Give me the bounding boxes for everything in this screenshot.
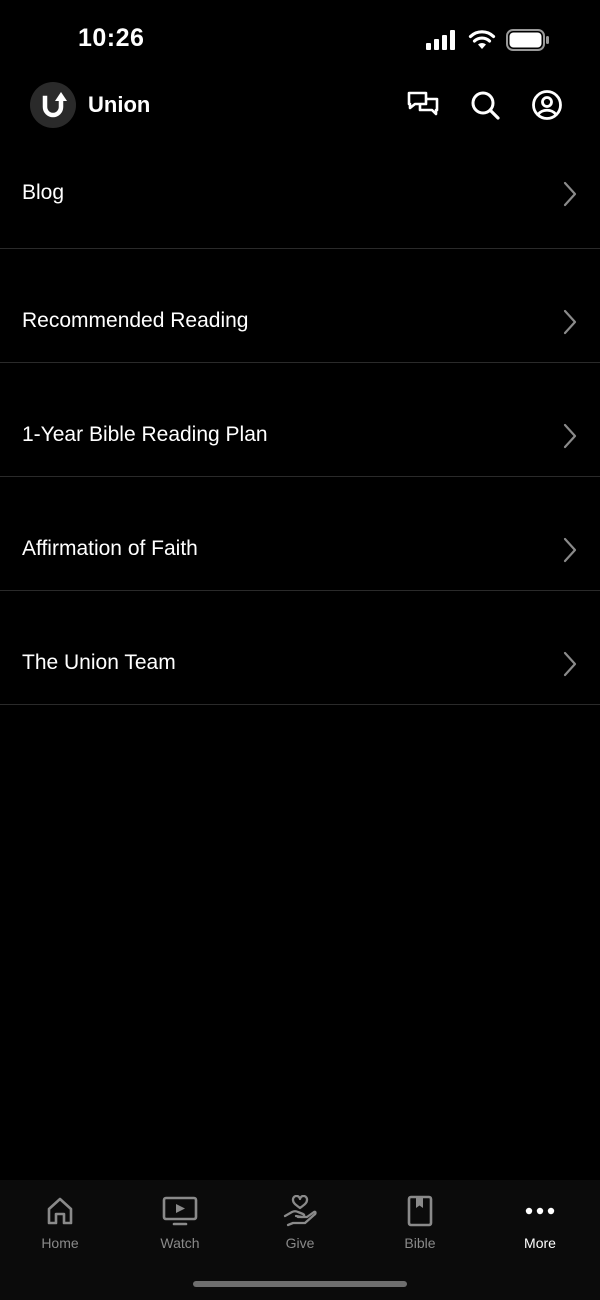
status-icons [426, 29, 550, 56]
tv-icon [120, 1194, 240, 1228]
menu-item-label: Affirmation of Faith [22, 537, 198, 560]
menu-item-recommended-reading[interactable]: Recommended Reading [0, 249, 600, 363]
menu-item-bible-reading-plan[interactable]: 1-Year Bible Reading Plan [0, 363, 600, 477]
tab-label: More [524, 1235, 556, 1251]
wifi-icon [468, 30, 496, 55]
hand-heart-icon [240, 1194, 360, 1228]
status-bar: 10:26 [0, 0, 600, 80]
home-icon [0, 1194, 120, 1228]
tab-home[interactable]: Home [0, 1194, 120, 1251]
bottom-tab-bar: Home Watch Give Bible More [0, 1180, 600, 1300]
cellular-signal-icon [426, 30, 458, 55]
union-logo [30, 82, 76, 128]
search-icon [471, 91, 500, 120]
app-header: Union [0, 80, 600, 132]
book-icon [360, 1194, 480, 1228]
tab-label: Home [41, 1235, 79, 1251]
menu-item-label: Blog [22, 181, 65, 204]
account-circle-icon [532, 90, 562, 120]
more-icon [480, 1194, 600, 1228]
tab-more[interactable]: More [480, 1194, 600, 1251]
chevron-right-icon [563, 181, 577, 207]
menu-item-union-team[interactable]: The Union Team [0, 591, 600, 705]
tab-watch[interactable]: Watch [120, 1194, 240, 1251]
chat-button[interactable] [406, 88, 440, 122]
profile-button[interactable] [530, 88, 564, 122]
tab-label: Watch [160, 1235, 200, 1251]
union-logo-icon [42, 92, 67, 118]
tab-label: Bible [404, 1235, 436, 1251]
header-actions [406, 88, 564, 122]
chat-bubbles-icon [407, 91, 439, 116]
chevron-right-icon [563, 537, 577, 563]
menu-item-label: The Union Team [22, 651, 176, 674]
chevron-right-icon [563, 423, 577, 449]
menu-item-label: Recommended Reading [22, 309, 249, 332]
chevron-right-icon [563, 651, 577, 677]
menu-item-blog[interactable]: Blog [0, 135, 600, 249]
search-button[interactable] [468, 88, 502, 122]
tab-bible[interactable]: Bible [360, 1194, 480, 1251]
chevron-right-icon [563, 309, 577, 335]
menu-item-affirmation-of-faith[interactable]: Affirmation of Faith [0, 477, 600, 591]
tab-give[interactable]: Give [240, 1194, 360, 1251]
battery-icon [506, 29, 550, 56]
status-time: 10:26 [78, 24, 145, 52]
tab-label: Give [285, 1235, 315, 1251]
menu-item-label: 1-Year Bible Reading Plan [22, 423, 268, 446]
app-name: Union [88, 92, 151, 117]
more-menu-list: Blog Recommended Reading 1-Year Bible Re… [0, 135, 600, 705]
home-indicator [193, 1281, 407, 1287]
